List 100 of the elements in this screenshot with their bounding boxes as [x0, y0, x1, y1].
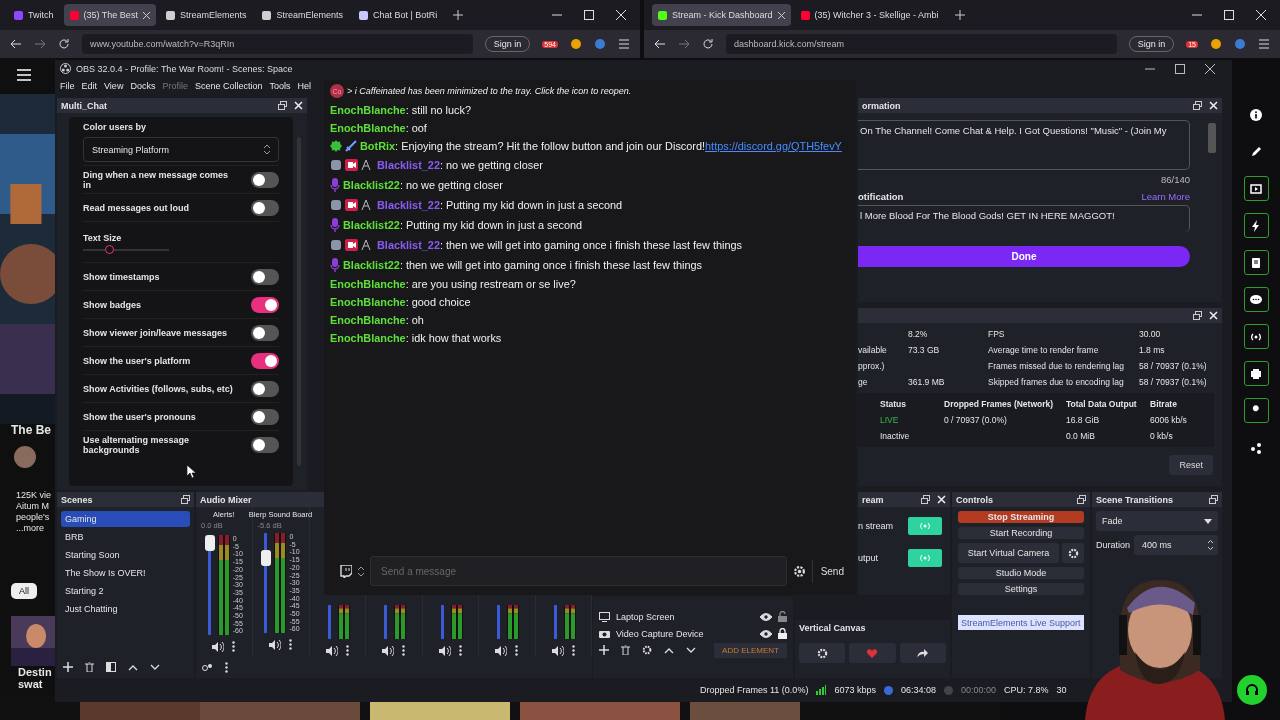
close-icon[interactable]	[616, 10, 626, 20]
learn-more-link[interactable]: Learn More	[1141, 191, 1190, 202]
down-icon[interactable]	[686, 646, 696, 654]
reload-icon[interactable]	[702, 38, 714, 50]
scene-item[interactable]: Starting 2	[61, 583, 190, 599]
speaker-icon[interactable]	[212, 641, 225, 652]
settings-icon[interactable]	[792, 564, 806, 578]
settings-icon[interactable]	[642, 645, 652, 655]
link-icon[interactable]	[202, 662, 213, 672]
duration-field[interactable]: 400 ms	[1134, 535, 1218, 555]
more-icon[interactable]	[402, 645, 406, 656]
speaker-icon[interactable]	[495, 645, 508, 656]
toggle-switch[interactable]	[251, 268, 279, 285]
menu-item[interactable]: Edit	[81, 81, 98, 91]
maximize-icon[interactable]	[1224, 10, 1234, 20]
undock-icon[interactable]	[1209, 495, 1218, 504]
browser-tab[interactable]: (35) Witcher 3 - Skellige - Ambi	[794, 4, 945, 26]
toggle-switch[interactable]	[251, 380, 279, 397]
up-icon[interactable]	[128, 663, 138, 671]
control-button[interactable]: Stop Streaming	[958, 511, 1084, 523]
filter-icon[interactable]	[106, 662, 116, 672]
output-toggle[interactable]	[908, 517, 942, 535]
menu-item[interactable]: View	[104, 81, 124, 91]
more-icon[interactable]	[225, 661, 228, 673]
new-tab-icon[interactable]	[954, 10, 965, 20]
chat-icon[interactable]	[1243, 287, 1269, 312]
reset-button[interactable]: Reset	[1169, 455, 1213, 475]
settings-button[interactable]	[1062, 543, 1084, 563]
channel-avatar[interactable]	[14, 446, 36, 468]
trash-icon[interactable]	[85, 662, 94, 672]
maximize-icon[interactable]	[1175, 63, 1185, 74]
volume-fader[interactable]	[261, 549, 272, 566]
toggle-switch[interactable]	[251, 352, 279, 369]
done-button[interactable]: Done	[858, 246, 1190, 267]
undock-icon[interactable]	[278, 101, 287, 110]
close-icon[interactable]	[1256, 10, 1266, 20]
close-icon[interactable]	[777, 11, 785, 19]
speaker-icon[interactable]	[325, 645, 338, 656]
trash-icon[interactable]	[621, 645, 630, 655]
menu-item[interactable]: Hel	[297, 81, 311, 91]
menu-item[interactable]: Scene Collection	[194, 81, 263, 91]
share-button[interactable]	[899, 643, 946, 663]
source-item[interactable]: Video Capture Device	[616, 628, 754, 639]
settings-button[interactable]	[799, 643, 846, 663]
toggle-switch[interactable]	[251, 324, 279, 341]
forward-icon[interactable]	[34, 38, 46, 50]
undock-icon[interactable]	[921, 495, 930, 504]
scene-item[interactable]: BRB	[61, 529, 190, 545]
undock-icon[interactable]	[1193, 311, 1202, 320]
speaker-icon[interactable]	[269, 639, 281, 650]
menu-item[interactable]: Docks	[130, 81, 156, 91]
scene-item[interactable]: Starting Soon	[61, 547, 190, 563]
browser-tab[interactable]: Twitch	[8, 4, 60, 26]
close-icon[interactable]	[142, 11, 150, 19]
transition-dropdown[interactable]: Fade	[1096, 511, 1218, 531]
extension-icon[interactable]	[1210, 38, 1222, 50]
live-support-button[interactable]: StreamElements Live Support	[958, 615, 1084, 630]
volume-fader[interactable]	[204, 535, 215, 551]
more-icon[interactable]	[458, 645, 462, 656]
scene-item[interactable]: The Show Is OVER!	[61, 565, 190, 581]
add-icon[interactable]	[599, 645, 609, 655]
forward-icon[interactable]	[678, 38, 690, 50]
source-item[interactable]: Laptop Screen	[616, 611, 754, 622]
back-icon[interactable]	[10, 38, 22, 50]
extension-icon[interactable]	[594, 38, 606, 50]
lock-icon[interactable]	[778, 628, 787, 639]
broadcast-icon[interactable]	[1243, 324, 1269, 349]
toggle-switch[interactable]	[251, 171, 279, 188]
output-toggle[interactable]	[908, 549, 942, 567]
screen-icon[interactable]	[1243, 176, 1269, 201]
speaker-icon[interactable]	[382, 645, 395, 656]
menu-item[interactable]: Tools	[269, 81, 291, 91]
chevron-updown-icon[interactable]	[358, 565, 364, 577]
extension-icon[interactable]	[570, 38, 582, 50]
new-tab-icon[interactable]	[453, 10, 464, 20]
send-button[interactable]: Send	[811, 559, 848, 583]
notification-field[interactable]: l More Blood For The Blood Gods! GET IN HERE MAGGOT!	[858, 205, 1190, 232]
browser-tab[interactable]: (35) The Best	[63, 4, 156, 26]
slider-thumb[interactable]	[104, 245, 114, 254]
description-field[interactable]: On The Channel! Come Chat & Help. I Got Questions! "Music" - (Join My	[858, 120, 1190, 170]
eye-icon[interactable]	[760, 612, 772, 621]
doc-icon[interactable]	[1243, 250, 1269, 275]
add-element-button[interactable]: ADD ELEMENT	[714, 642, 787, 658]
toggle-switch[interactable]	[251, 436, 279, 453]
undock-icon[interactable]	[1193, 101, 1202, 110]
undock-icon[interactable]	[181, 495, 190, 504]
reload-icon[interactable]	[58, 38, 70, 50]
discord-link[interactable]: https://discord.gg/QTH5fevY	[705, 140, 842, 152]
bolt-icon[interactable]	[1243, 213, 1269, 238]
chevron-updown-icon[interactable]	[1207, 539, 1214, 551]
control-button[interactable]: Settings	[958, 583, 1084, 595]
browser-tab[interactable]: StreamElements	[159, 4, 253, 26]
more-icon[interactable]	[289, 639, 292, 650]
browser-tab[interactable]: StreamElements	[256, 4, 349, 26]
scene-item[interactable]: Just Chatting	[61, 601, 190, 617]
back-icon[interactable]	[654, 38, 666, 50]
more-icon[interactable]	[345, 645, 349, 656]
down-icon[interactable]	[150, 663, 160, 671]
toggle-switch[interactable]	[251, 199, 279, 216]
message-input[interactable]: Send a message	[370, 556, 787, 586]
